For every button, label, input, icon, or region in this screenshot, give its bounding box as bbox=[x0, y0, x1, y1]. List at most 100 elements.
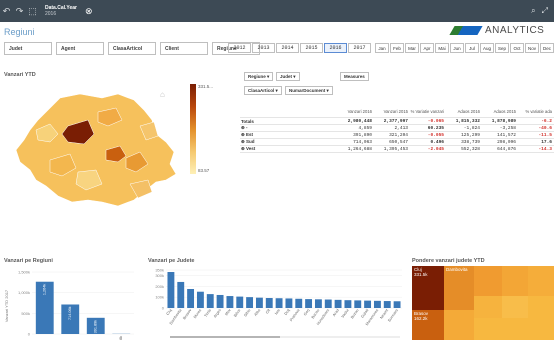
month-feb[interactable]: Feb bbox=[390, 43, 404, 53]
cell: 321,204 bbox=[389, 132, 408, 138]
bar-Mures[interactable] bbox=[196, 291, 204, 308]
year-2016[interactable]: 2016 bbox=[324, 43, 347, 53]
table-row[interactable]: ⊕ Sud 714,063 650,547 0.496 338,739 298,… bbox=[240, 139, 554, 146]
bar-Prahova[interactable] bbox=[295, 298, 303, 308]
bar-Bacau[interactable] bbox=[314, 299, 322, 308]
month-jul[interactable]: Jul bbox=[465, 43, 479, 53]
bar-Olt[interactable] bbox=[265, 298, 273, 308]
bar-Hunedoara[interactable] bbox=[324, 299, 332, 308]
filter-agent[interactable]: Agent bbox=[56, 42, 104, 55]
treemap-tile-brasov[interactable]: Brasov 162.2k bbox=[412, 310, 444, 340]
cell: -3,258 bbox=[499, 125, 516, 131]
bar-Vaslui[interactable] bbox=[344, 300, 352, 308]
back-icon[interactable]: ↶ bbox=[0, 6, 13, 17]
col-header[interactable]: Adaos 2016 bbox=[446, 110, 482, 115]
lock-selection-icon[interactable]: ⬚ bbox=[26, 6, 39, 17]
row-label[interactable]: ⊕ - bbox=[240, 125, 338, 131]
regions-bar-chart[interactable]: Vanzari YTD 2017 0 500k 1,000k 1,500k 1,264k 7… bbox=[4, 266, 138, 340]
row-label[interactable]: ⊕ Sud bbox=[240, 139, 338, 145]
month-dec[interactable]: Dec bbox=[540, 43, 554, 53]
bar-Galati[interactable] bbox=[364, 300, 372, 308]
month-nov[interactable]: Nov bbox=[525, 43, 539, 53]
pivot-dim-clasa-articol[interactable]: ClasaArticol ▾ bbox=[244, 86, 282, 95]
table-row[interactable]: ⊕ Vest 1,264,688 1,395,453 -2.045 552,32… bbox=[240, 146, 554, 153]
month-aug[interactable]: Aug bbox=[480, 43, 494, 53]
judete-bar-chart[interactable]: 0100k200k300k350kClujDambovita Brasov Mure… bbox=[148, 266, 404, 340]
row-label[interactable]: ⊕ Est bbox=[240, 132, 338, 138]
col-header[interactable]: % Variatie vanzari bbox=[410, 110, 446, 115]
fullscreen-icon[interactable]: ⤢ bbox=[542, 6, 548, 16]
search-icon[interactable]: ⌕ bbox=[531, 6, 535, 16]
bar-Suceava[interactable] bbox=[393, 301, 401, 308]
bar-Arges[interactable] bbox=[216, 294, 224, 308]
table-row[interactable]: ⊕ Est 391,890 321,204 -0.055 125,299 141… bbox=[240, 132, 554, 139]
bar-Dolj[interactable] bbox=[285, 298, 293, 308]
x-tick-label: Alba bbox=[254, 308, 262, 317]
pivot-measures[interactable]: Measures bbox=[340, 72, 369, 81]
month-sep[interactable]: Sep bbox=[495, 43, 509, 53]
bar-Dambovita[interactable] bbox=[177, 281, 185, 308]
clear-selection-icon[interactable]: ⊗ bbox=[85, 6, 93, 17]
treemap-tile[interactable] bbox=[502, 266, 528, 296]
month-jun[interactable]: Jun bbox=[450, 43, 464, 53]
filter-client[interactable]: Client bbox=[160, 42, 208, 55]
filter-bar: Judet Agent ClasaArticol Client Regiune bbox=[4, 42, 260, 55]
bar-Ilfov[interactable] bbox=[226, 296, 234, 308]
row-label[interactable]: ⊕ Vest bbox=[240, 146, 338, 152]
cell: 60.235 bbox=[427, 125, 444, 131]
bar-Timis[interactable] bbox=[206, 294, 214, 308]
cell: -14.3 bbox=[538, 146, 552, 152]
current-selection[interactable]: Data.Cal.Year 2016 bbox=[45, 5, 77, 17]
col-header[interactable]: % variatie ada bbox=[518, 110, 554, 115]
year-2017[interactable]: 2017 bbox=[348, 43, 371, 53]
year-2013[interactable]: 2013 bbox=[252, 43, 275, 53]
col-header[interactable]: Vanzari 2015 bbox=[374, 110, 410, 115]
forward-icon[interactable]: ↷ bbox=[13, 6, 26, 17]
x-tick-label: Bihor bbox=[233, 308, 242, 318]
bar-Bihor[interactable] bbox=[236, 296, 244, 308]
treemap-tile-cluj[interactable]: Cluj 331.5k bbox=[412, 266, 444, 310]
bar-Sibiu[interactable] bbox=[246, 297, 254, 308]
bar-Maramures[interactable] bbox=[373, 300, 381, 308]
romania-map[interactable] bbox=[10, 90, 180, 210]
bar-Gorj[interactable] bbox=[305, 299, 313, 308]
judete-scrollbar-thumb[interactable] bbox=[170, 336, 280, 338]
x-tick-label: Ilfov bbox=[224, 308, 231, 316]
filter-clasa-articol[interactable]: ClasaArticol bbox=[108, 42, 156, 55]
treemap[interactable]: Cluj 331.5k Dambovita Brasov 162.2k bbox=[412, 266, 554, 340]
bar-Buzau[interactable] bbox=[354, 300, 362, 308]
bar-Arad[interactable] bbox=[334, 299, 342, 308]
month-mar[interactable]: Mar bbox=[405, 43, 419, 53]
pivot-dim-regiune[interactable]: Regiune ▾ bbox=[244, 72, 274, 81]
year-2015[interactable]: 2015 bbox=[300, 43, 323, 53]
treemap-tile[interactable] bbox=[502, 296, 528, 318]
bar-Alba[interactable] bbox=[255, 297, 263, 308]
treemap-tile[interactable] bbox=[528, 266, 554, 296]
treemap-tile-dambovita[interactable]: Dambovita bbox=[444, 266, 474, 310]
bar-Neamt[interactable] bbox=[383, 301, 391, 308]
x-tick-label: Cluj bbox=[166, 308, 173, 316]
treemap-tile[interactable] bbox=[474, 296, 502, 318]
month-mai[interactable]: Mai bbox=[435, 43, 449, 53]
year-2014[interactable]: 2014 bbox=[276, 43, 299, 53]
year-2012[interactable]: 2012 bbox=[228, 43, 251, 53]
x-tick-label: Bacau bbox=[311, 308, 320, 319]
month-apr[interactable]: Apr bbox=[420, 43, 434, 53]
map-title: Vanzari YTD bbox=[4, 72, 36, 78]
col-header[interactable]: Vanzari 2016 bbox=[338, 110, 374, 115]
legend-min: 83.57 bbox=[198, 168, 210, 173]
filter-judet[interactable]: Judet bbox=[4, 42, 52, 55]
bar-Cluj[interactable] bbox=[167, 272, 175, 308]
pivot-dim-judet[interactable]: Judet ▾ bbox=[276, 72, 300, 81]
month-jan[interactable]: Jan bbox=[375, 43, 389, 53]
month-oct[interactable]: Oct bbox=[510, 43, 524, 53]
bar-Brasov[interactable] bbox=[187, 289, 195, 308]
home-icon[interactable]: ⌂ bbox=[160, 90, 165, 99]
bar-Iasi[interactable] bbox=[275, 298, 283, 308]
x-tick-label: Sibiu bbox=[243, 308, 251, 317]
pivot-dim-numar-document[interactable]: NumarDocument ▾ bbox=[285, 86, 333, 95]
table-row[interactable]: ⊕ - 4,859 2,413 60.235 -1,824 -3,258 -40… bbox=[240, 125, 554, 132]
treemap-tile[interactable] bbox=[474, 266, 502, 296]
treemap-tile[interactable] bbox=[444, 310, 474, 340]
col-header[interactable]: Adaos 2015 bbox=[482, 110, 518, 115]
